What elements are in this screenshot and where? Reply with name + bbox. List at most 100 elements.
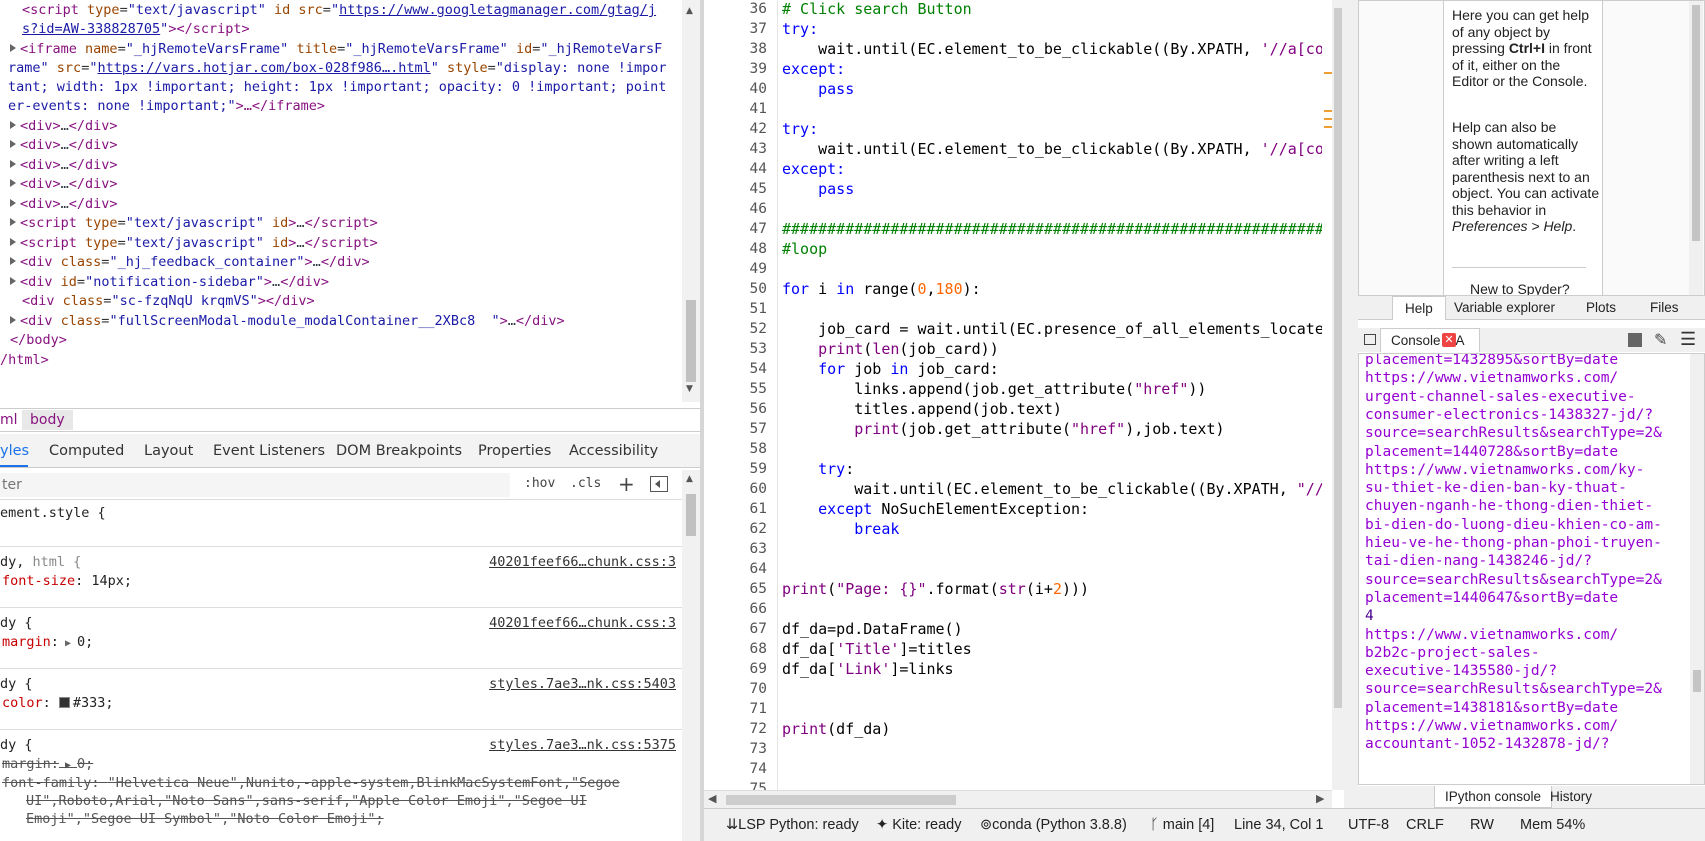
scroll-thumb[interactable] <box>1692 5 1700 241</box>
scroll-up-icon[interactable]: ▲ <box>686 474 693 484</box>
rule-property[interactable]: margin: ▶ 0; <box>2 634 93 650</box>
tree-node-body-close[interactable]: </body> <box>10 330 67 351</box>
scroll-thumb[interactable] <box>1334 8 1342 708</box>
expand-triangle-icon[interactable] <box>10 160 16 168</box>
tab-accessibility[interactable]: Accessibility <box>569 443 658 459</box>
tab-console[interactable]: Console 1/A <box>1380 328 1480 352</box>
expand-triangle-icon[interactable] <box>10 140 16 148</box>
line-number[interactable]: 43 <box>750 141 767 157</box>
line-number[interactable]: 63 <box>750 541 767 557</box>
property-value[interactable]: 14px; <box>91 573 132 589</box>
tab-styles[interactable]: yles <box>0 443 29 459</box>
conda-status[interactable]: ⊚conda (Python 3.8.8) <box>980 817 1127 833</box>
code-line-72[interactable]: print(df_da) <box>782 720 890 738</box>
line-number[interactable]: 61 <box>750 501 767 517</box>
tab-dom-breakpoints[interactable]: DOM Breakpoints <box>336 443 462 459</box>
tree-node-script-gtm[interactable]: <script type="text/javascript" id src="h… <box>22 0 656 21</box>
scroll-left-icon[interactable]: ◀ <box>708 792 716 805</box>
tree-node-div[interactable]: <div>…</div> <box>10 135 118 156</box>
tree-node-div-notification[interactable]: <div id="notification-sidebar">…</div> <box>10 272 329 293</box>
cls-button[interactable]: .cls <box>570 476 601 491</box>
line-number[interactable]: 64 <box>750 561 767 577</box>
line-number[interactable]: 66 <box>750 601 767 617</box>
line-number[interactable]: 48 <box>750 241 767 257</box>
line-number[interactable]: 67 <box>750 621 767 637</box>
line-number[interactable]: 40 <box>750 81 767 97</box>
git-status[interactable]: ᚴ main [4] <box>1150 817 1214 833</box>
property-value[interactable]: "Helvetica Neue",Nunito,-apple-system,Bl… <box>108 775 620 791</box>
rule-property-overridden[interactable]: margin: ▶ 0; <box>2 756 93 772</box>
iframe-src-link[interactable]: https://vars.hotjar.com/box-028f986….htm… <box>97 60 430 76</box>
scroll-thumb[interactable] <box>686 300 696 382</box>
line-number[interactable]: 68 <box>750 641 767 657</box>
code-line-45[interactable]: pass <box>782 180 854 198</box>
breadcrumb-body[interactable]: body <box>22 410 73 430</box>
tree-node-div-feedback[interactable]: <div class="_hj_feedback_container">…</d… <box>10 252 370 273</box>
expand-triangle-icon[interactable] <box>10 218 16 226</box>
tab-variable-explorer[interactable]: Variable explorer <box>1454 300 1555 315</box>
tab-event-listeners[interactable]: Event Listeners <box>213 443 325 459</box>
line-number[interactable]: 74 <box>750 761 767 777</box>
scroll-thumb[interactable] <box>686 494 696 536</box>
code-line-48[interactable]: #loop <box>782 240 827 258</box>
expand-triangle-icon[interactable] <box>10 179 16 187</box>
line-number[interactable]: 62 <box>750 521 767 537</box>
expand-triangle-icon[interactable] <box>10 199 16 207</box>
window-icon[interactable] <box>1364 334 1376 345</box>
line-number[interactable]: 73 <box>750 741 767 757</box>
breadcrumb-html[interactable]: ml <box>0 412 18 428</box>
property-name[interactable]: margin <box>2 634 51 650</box>
line-number[interactable]: 69 <box>750 661 767 677</box>
code-line-61[interactable]: except NoSuchElementException: <box>782 500 1089 518</box>
line-number[interactable]: 47 <box>750 221 767 237</box>
line-number[interactable]: 52 <box>750 321 767 337</box>
code-line-56[interactable]: titles.append(job.text) <box>782 400 1062 418</box>
rule-source-link[interactable]: 40201feef66…chunk.css:3 <box>489 615 676 631</box>
property-name[interactable]: color <box>2 695 43 711</box>
line-number[interactable]: 59 <box>750 461 767 477</box>
stop-icon[interactable] <box>1628 333 1642 347</box>
property-value[interactable]: 0; <box>77 756 93 772</box>
warning-marker[interactable] <box>1324 110 1332 112</box>
tree-node-script[interactable]: <script type="text/javascript" id>…</scr… <box>10 213 378 234</box>
code-line-50[interactable]: for i in range(0,180): <box>782 280 981 298</box>
rule-property[interactable]: font-size: 14px; <box>2 573 132 589</box>
code-line-62[interactable]: break <box>782 520 899 538</box>
tree-node-div[interactable]: <div>…</div> <box>10 155 118 176</box>
rule-source-link[interactable]: styles.7ae3…nk.css:5375 <box>489 737 676 753</box>
code-line-38[interactable]: wait.until(EC.element_to_be_clickable((B… <box>782 40 1322 58</box>
line-number[interactable]: 49 <box>750 261 767 277</box>
code-line-54[interactable]: for job in job_card: <box>782 360 999 378</box>
warning-marker[interactable] <box>1324 118 1332 120</box>
code-editor[interactable]: 36 37 38 39 40 41 42 43 44 45 46 47 48 49 50 51 52 53 54 55… <box>704 0 1344 808</box>
warning-marker[interactable] <box>1324 72 1332 74</box>
kite-status[interactable]: ✦ Kite: ready <box>876 817 962 833</box>
line-number[interactable]: 72 <box>750 721 767 737</box>
line-number[interactable]: 54 <box>750 361 767 377</box>
line-number[interactable]: 56 <box>750 401 767 417</box>
warning-marker[interactable] <box>1324 126 1332 128</box>
hov-button[interactable]: :hov <box>524 476 555 491</box>
code-line-60[interactable]: wait.until(EC.element_to_be_clickable((B… <box>782 480 1322 498</box>
code-line-43[interactable]: wait.until(EC.element_to_be_clickable((B… <box>782 140 1322 158</box>
close-icon[interactable]: ✕ <box>1442 333 1456 347</box>
tree-node-iframe[interactable]: <iframe name="_hjRemoteVarsFrame" title=… <box>10 39 662 60</box>
pane-divider[interactable] <box>1344 0 1358 808</box>
tab-properties[interactable]: Properties <box>478 443 551 459</box>
line-number[interactable]: 45 <box>750 181 767 197</box>
rule-property[interactable]: color: #333; <box>2 695 114 711</box>
line-number[interactable]: 60 <box>750 481 767 497</box>
console-output[interactable]: placement=1432895&sortBy=date https://www… <box>1358 353 1705 785</box>
elements-scrollbar[interactable]: ▲ ▼ <box>682 0 700 402</box>
tab-plots[interactable]: Plots <box>1586 300 1616 315</box>
menu-icon[interactable]: ☰ <box>1680 329 1696 350</box>
tree-node-div-modal[interactable]: <div class="fullScreenModal-module_modal… <box>10 311 565 332</box>
editor-horizontal-scrollbar[interactable]: ◀ ▶ <box>704 790 1332 808</box>
gtm-src-link[interactable]: https://www.googletagmanager.com/gtag/j <box>339 2 656 18</box>
scroll-thumb[interactable] <box>726 795 956 805</box>
code-line-67[interactable]: df_da=pd.DataFrame() <box>782 620 963 638</box>
rule-selector[interactable]: ement.style { <box>0 505 106 521</box>
scroll-thumb[interactable] <box>1693 670 1701 692</box>
code-line-36[interactable]: # Click search Button <box>782 0 972 18</box>
new-style-rule-button[interactable]: + <box>618 472 635 496</box>
